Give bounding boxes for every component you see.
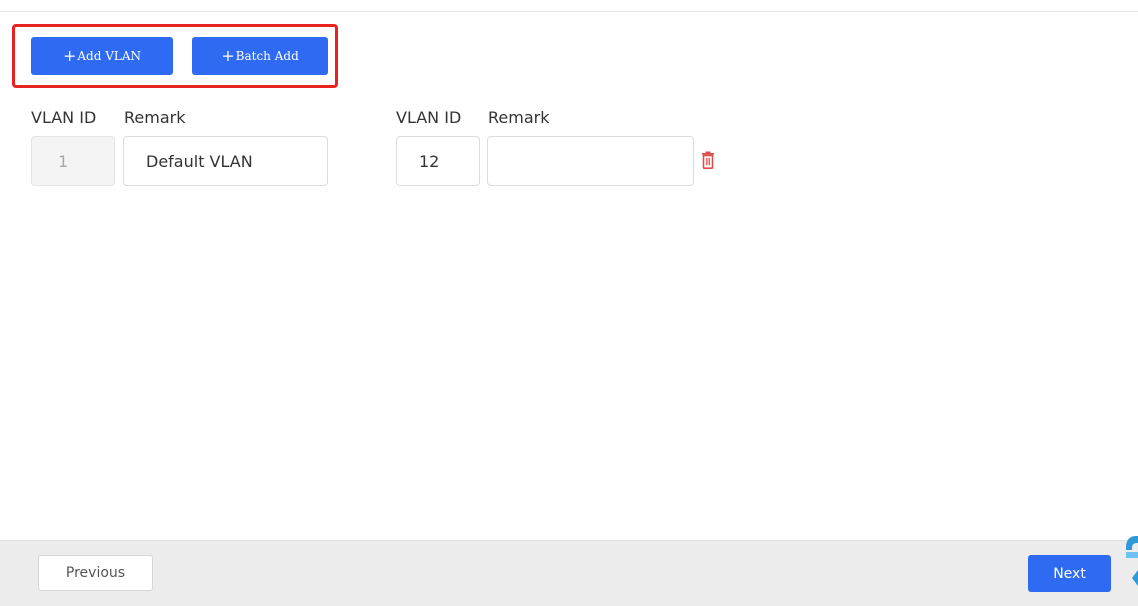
add-vlan-button[interactable]: + Add VLAN: [31, 37, 173, 75]
vlan-setup-page: + Add VLAN + Batch Add VLAN ID Remark 1 …: [0, 0, 1138, 606]
plus-icon: +: [221, 46, 235, 65]
top-divider: [0, 11, 1138, 12]
trash-icon[interactable]: [700, 151, 716, 169]
vlan-id-input: 1: [31, 136, 115, 186]
remark-label: Remark: [124, 108, 186, 127]
vlan-id-label: VLAN ID: [31, 108, 97, 127]
batch-add-label: Batch Add: [235, 49, 299, 63]
remark-label: Remark: [488, 108, 550, 127]
support-widget-icon[interactable]: [1122, 528, 1138, 594]
vlan-id-input[interactable]: 12: [396, 136, 480, 186]
previous-button[interactable]: Previous: [38, 555, 153, 591]
next-button[interactable]: Next: [1028, 555, 1111, 592]
remark-input[interactable]: Default VLAN: [123, 136, 328, 186]
vlan-id-value: 1: [58, 151, 69, 171]
vlan-id-value: 12: [419, 151, 440, 171]
add-vlan-label: Add VLAN: [77, 49, 142, 63]
plus-icon: +: [62, 46, 77, 65]
remark-value: Default VLAN: [146, 151, 253, 171]
batch-add-button[interactable]: + Batch Add: [192, 37, 328, 75]
vlan-id-label: VLAN ID: [396, 108, 462, 127]
remark-input[interactable]: [487, 136, 694, 186]
footer-bar: [0, 540, 1138, 606]
